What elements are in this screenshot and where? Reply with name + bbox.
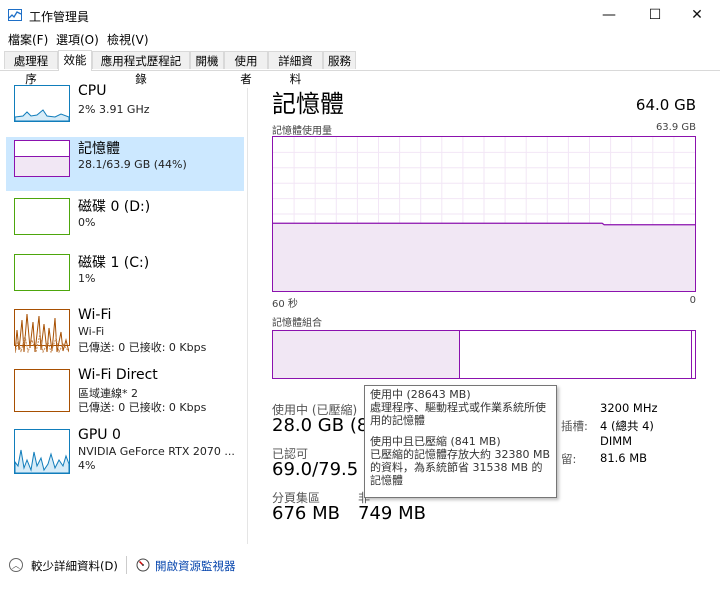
sidebar-memory-value: 28.1/63.9 GB (44%) — [78, 158, 187, 171]
sidebar-disk1-title: 磁碟 1 (C:) — [78, 255, 150, 271]
tab-services[interactable]: 服務 — [323, 51, 356, 69]
maximize-icon: ☐ — [648, 7, 662, 23]
sidebar-item-wifi-direct[interactable]: Wi-Fi Direct 區域連線* 2 已傳送: 0 已接收: 0 Kbps — [6, 366, 244, 420]
open-resource-monitor-link[interactable]: 開啟資源監視器 — [155, 558, 236, 574]
tab-app-history[interactable]: 應用程式歷程記錄 — [92, 51, 190, 86]
sidebar-item-disk0[interactable]: 磁碟 0 (D:) 0% — [6, 195, 244, 249]
sidebar-cpu-value: 2% 3.91 GHz — [78, 103, 150, 116]
cpu-thumbnail-line — [14, 109, 70, 122]
tab-details[interactable]: 詳細資料 — [268, 51, 323, 86]
tab-users[interactable]: 使用者 — [224, 51, 268, 86]
sidebar-wifi-throughput: 已傳送: 0 已接收: 0 Kbps — [78, 341, 207, 354]
panel-divider — [247, 88, 248, 544]
usage-graph-max: 63.9 GB — [655, 122, 696, 133]
chevron-up-icon[interactable]: ︿ — [9, 558, 23, 572]
tooltip-compressed-desc: 已壓縮的記憶體存放大約 32380 MB 的資料，為系統節省 31538 MB … — [370, 448, 551, 487]
memory-usage-chart — [273, 137, 695, 291]
wifi-thumbnail-line — [14, 313, 70, 354]
sidebar-memory-title: 記憶體 — [78, 141, 120, 157]
paged-pool-value: 676 MB — [272, 503, 340, 524]
close-icon: ✕ — [691, 7, 703, 23]
tooltip-compressed-title: 使用中且已壓縮 (841 MB) — [370, 435, 501, 448]
sidebar-gpu0-value: 4% — [78, 459, 96, 472]
tooltip-in-use-title: 使用中 (28643 MB) — [370, 388, 471, 401]
sidebar-item-cpu[interactable]: CPU 2% 3.91 GHz — [6, 82, 244, 136]
reserved-value: 81.6 MB — [600, 451, 648, 465]
time-axis-end: 0 — [689, 295, 696, 306]
composition-in-use-segment — [273, 331, 460, 378]
minimize-icon: — — [602, 7, 616, 23]
sidebar-disk0-title: 磁碟 0 (D:) — [78, 199, 151, 215]
wifi-direct-thumbnail-graph — [14, 369, 70, 412]
composition-label: 記憶體組合 — [272, 318, 322, 329]
sidebar-cpu-title: CPU — [78, 83, 107, 99]
tab-startup[interactable]: 開機 — [190, 51, 224, 69]
tab-performance[interactable]: 效能 — [58, 50, 92, 71]
minimize-button[interactable]: — — [586, 0, 632, 30]
disk1-thumbnail-graph — [14, 254, 70, 291]
non-paged-pool-value: 749 MB — [358, 503, 426, 524]
sidebar-item-disk1[interactable]: 磁碟 1 (C:) 1% — [6, 251, 244, 305]
gpu0-thumbnail-graph — [14, 429, 70, 474]
speed-value: 3200 MHz — [600, 401, 658, 415]
wifi-thumbnail-graph — [14, 309, 70, 354]
time-axis-start: 60 秒 — [272, 299, 298, 310]
sidebar-item-memory[interactable]: 記憶體 28.1/63.9 GB (44%) — [6, 137, 244, 191]
window-title: 工作管理員 — [29, 10, 90, 24]
memory-usage-area — [273, 223, 695, 291]
form-factor-value: DIMM — [600, 434, 633, 448]
cpu-thumbnail-graph — [14, 85, 70, 122]
memory-composition-bar — [272, 330, 696, 379]
memory-usage-graph — [272, 136, 696, 292]
memory-total: 64.0 GB — [635, 96, 696, 114]
menu-options[interactable]: 選項(O) — [56, 31, 99, 48]
composition-tooltip: 使用中 (28643 MB) 處理程序、驅動程式或作業系統所使用的記憶體 使用中… — [364, 385, 557, 498]
task-manager-icon — [8, 8, 22, 22]
sidebar-gpu0-title: GPU 0 — [78, 427, 121, 443]
usage-graph-label: 記憶體使用量 — [272, 126, 332, 137]
sidebar-wifi-direct-throughput: 已傳送: 0 已接收: 0 Kbps — [78, 401, 207, 414]
tooltip-in-use-desc: 處理程序、驅動程式或作業系統所使用的記憶體 — [370, 401, 546, 427]
close-button[interactable]: ✕ — [674, 0, 720, 30]
page-title: 記憶體 — [272, 90, 344, 118]
sidebar-gpu0-model: NVIDIA GeForce RTX 2070 ... — [78, 445, 235, 458]
committed-value: 69.0/79.5 G — [272, 459, 378, 480]
menu-file[interactable]: 檔案(F) — [8, 31, 48, 48]
sidebar-wifi-direct-title: Wi-Fi Direct — [78, 367, 158, 383]
gpu0-thumbnail-line — [14, 449, 70, 474]
reserved-label: 留: — [561, 452, 577, 466]
sidebar-item-gpu0[interactable]: GPU 0 NVIDIA GeForce RTX 2070 ... 4% — [6, 426, 244, 480]
disk0-thumbnail-graph — [14, 198, 70, 235]
menu-view[interactable]: 檢視(V) — [107, 31, 149, 48]
memory-thumbnail-graph — [14, 140, 70, 177]
sidebar-wifi-title: Wi-Fi — [78, 307, 112, 323]
sidebar-disk0-value: 0% — [78, 216, 96, 229]
resource-monitor-icon — [136, 558, 150, 572]
less-details-link[interactable]: 較少詳細資料(D) — [31, 558, 118, 574]
sidebar-wifi-adapter: Wi-Fi — [78, 325, 105, 338]
sidebar-item-wifi[interactable]: Wi-Fi Wi-Fi 已傳送: 0 已接收: 0 Kbps — [6, 306, 244, 360]
tab-processes[interactable]: 處理程序 — [4, 51, 58, 86]
slots-label: 插槽: — [561, 419, 588, 433]
memory-thumbnail-fill — [15, 156, 69, 176]
slots-value: 4 (總共 4) — [600, 419, 654, 433]
maximize-button[interactable]: ☐ — [632, 0, 678, 30]
footer-separator — [126, 556, 127, 574]
composition-cached-marker — [691, 331, 692, 378]
sidebar-disk1-value: 1% — [78, 272, 96, 285]
